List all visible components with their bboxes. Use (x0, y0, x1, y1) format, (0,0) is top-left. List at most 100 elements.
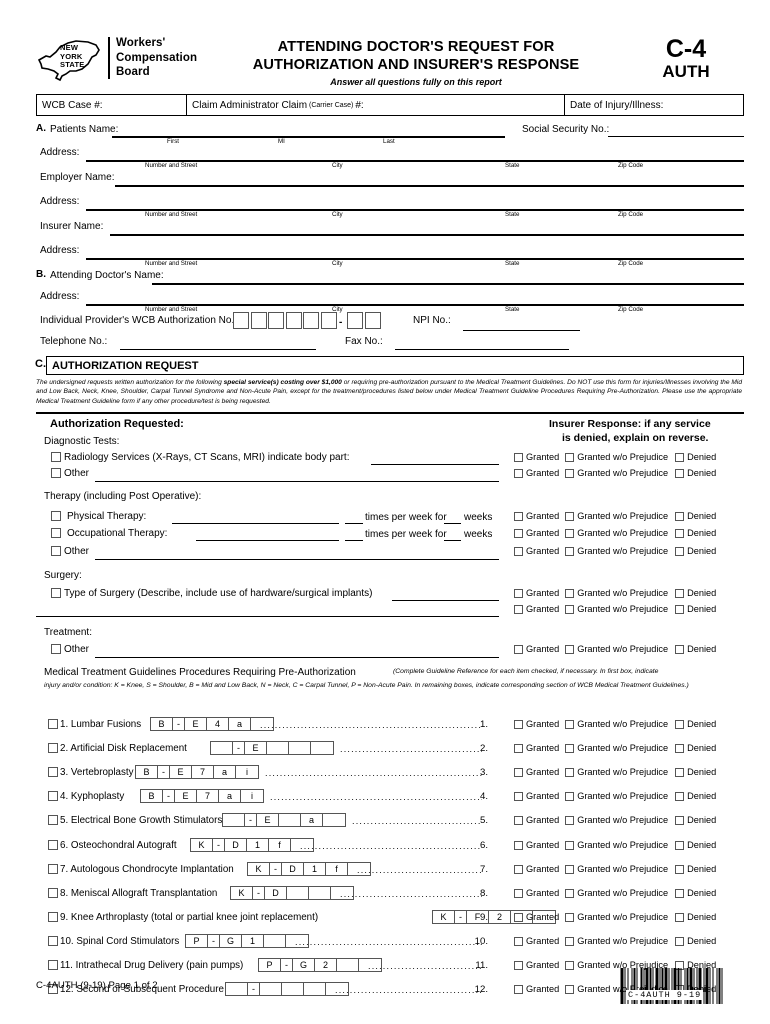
procedure-9-granted-checkbox[interactable] (514, 912, 523, 922)
procedure-1-checkbox[interactable] (48, 719, 58, 729)
wcb-auth-box-5[interactable] (303, 312, 319, 329)
procedure-11-granted-checkbox[interactable] (514, 961, 523, 970)
procedure-10-cell-3[interactable]: G (220, 934, 242, 947)
procedure-10-checkbox[interactable] (48, 935, 58, 946)
procedure-8-cell-3[interactable]: D (265, 886, 287, 899)
wcb-auth-suffix-box-2[interactable] (364, 312, 381, 329)
radiology-checkbox[interactable] (51, 452, 61, 462)
physical-therapy-denied-checkbox[interactable] (675, 512, 685, 521)
procedure-4-cell-2[interactable]: - (163, 790, 175, 803)
procedure-1-cell-3[interactable]: E (185, 718, 207, 730)
procedure-8-cell-5[interactable] (309, 886, 331, 899)
procedure-11-cell-3[interactable]: G (293, 959, 315, 971)
therapy-other-denied-checkbox[interactable] (675, 547, 685, 556)
wcb-auth-box-3[interactable] (268, 312, 284, 329)
procedure-1-cell-5[interactable]: a (229, 718, 251, 730)
procedure-8-cell-2[interactable]: - (253, 886, 265, 899)
procedure-11-cell-5[interactable] (337, 959, 359, 971)
occupational-therapy-checkbox[interactable] (51, 528, 61, 538)
procedure-6-cell-4[interactable]: 1 (247, 838, 269, 851)
procedure-9-denied-checkbox[interactable] (675, 912, 685, 922)
procedure-1-granted-checkbox[interactable] (514, 720, 523, 729)
procedure-8-cell-1[interactable]: K (231, 886, 253, 899)
procedure-12-cell-3[interactable] (260, 983, 282, 996)
procedure-7-denied-checkbox[interactable] (675, 864, 685, 874)
surgery-denied-checkbox[interactable] (675, 589, 685, 598)
wcb-auth-box-6[interactable] (320, 312, 337, 329)
procedure-9-granted-wo-prejudice-checkbox[interactable] (565, 912, 575, 922)
procedure-2-cell-3[interactable]: E (245, 742, 267, 755)
procedure-7-granted-wo-prejudice-checkbox[interactable] (565, 864, 575, 874)
procedure-7-cell-2[interactable]: - (270, 862, 282, 875)
procedure-5-granted-wo-prejudice-checkbox[interactable] (565, 816, 575, 826)
procedure-12-cell-1[interactable] (226, 983, 248, 996)
occupational-therapy-granted-wo-prejudice-checkbox[interactable] (565, 529, 575, 538)
procedure-2-denied-checkbox[interactable] (675, 744, 685, 754)
occupational-therapy-denied-checkbox[interactable] (675, 529, 685, 538)
procedure-3-cell-3[interactable]: E (170, 766, 192, 779)
procedure-5-cell-1[interactable] (223, 814, 245, 827)
procedure-8-checkbox[interactable] (48, 887, 58, 898)
procedure-2-checkbox[interactable] (48, 743, 58, 754)
procedure-9-cell-4[interactable]: 2 (489, 910, 511, 923)
procedure-10-granted-checkbox[interactable] (514, 936, 523, 946)
treatment-other-checkbox[interactable] (51, 644, 61, 654)
doctor-name-line[interactable] (152, 283, 744, 285)
procedure-4-cell-6[interactable]: i (241, 790, 263, 802)
surgery-describe-line-2[interactable] (36, 616, 499, 617)
diagnostic-other-granted-wo-prejudice-checkbox[interactable] (565, 469, 575, 478)
wcb-auth-box-4[interactable] (285, 312, 302, 329)
procedure-5-checkbox[interactable] (48, 815, 58, 826)
treatment-other-denied-checkbox[interactable] (675, 645, 685, 654)
diagnostic-other-line[interactable] (95, 481, 499, 482)
procedure-8-granted-checkbox[interactable] (514, 888, 523, 898)
employer-name-line[interactable] (115, 185, 744, 187)
wcb-auth-suffix-box-1[interactable] (347, 312, 363, 329)
claim-admin-field[interactable]: Claim Administrator Claim (Carrier Case)… (187, 95, 565, 115)
procedure-5-cell-4[interactable] (279, 814, 301, 827)
procedure-3-cell-2[interactable]: - (158, 766, 170, 779)
procedure-5-cell-2[interactable]: - (245, 814, 257, 827)
procedure-10-granted-wo-prejudice-checkbox[interactable] (565, 936, 575, 946)
pt-weeks-line[interactable] (444, 523, 461, 524)
procedure-2-cell-6[interactable] (311, 742, 333, 754)
therapy-other-granted-wo-prejudice-checkbox[interactable] (565, 547, 575, 556)
procedure-9-checkbox[interactable] (48, 911, 58, 922)
procedure-11-cell-4[interactable]: 2 (315, 959, 337, 971)
procedure-3-cell-1[interactable]: B (136, 766, 158, 779)
insurer-name-line[interactable] (110, 234, 744, 236)
telephone-line[interactable] (120, 349, 316, 350)
procedure-11-granted-wo-prejudice-checkbox[interactable] (565, 961, 575, 970)
procedure-2-cell-1[interactable] (211, 742, 233, 755)
procedure-2-granted-checkbox[interactable] (514, 744, 523, 754)
radiology-bodypart-line[interactable] (371, 464, 499, 465)
procedure-1-cell-1[interactable]: B (151, 718, 173, 730)
physical-therapy-checkbox[interactable] (51, 511, 61, 521)
procedure-5-denied-checkbox[interactable] (675, 816, 685, 826)
procedure-7-cell-1[interactable]: K (248, 862, 270, 875)
procedure-6-cell-2[interactable]: - (213, 838, 225, 851)
physical-therapy-line[interactable] (172, 523, 339, 524)
procedure-4-checkbox[interactable] (48, 791, 58, 802)
procedure-3-granted-wo-prejudice-checkbox[interactable] (565, 768, 575, 778)
surgery-2-denied-checkbox[interactable] (675, 605, 685, 614)
procedure-1-denied-checkbox[interactable] (675, 720, 685, 729)
surgery-2-granted-checkbox[interactable] (514, 605, 523, 614)
therapy-other-line[interactable] (95, 559, 499, 560)
procedure-12-cell-2[interactable]: - (248, 983, 260, 996)
procedure-6-cell-1[interactable]: K (191, 838, 213, 851)
procedure-10-denied-checkbox[interactable] (675, 936, 685, 946)
procedure-3-granted-checkbox[interactable] (514, 768, 523, 778)
procedure-10-cell-2[interactable]: - (208, 934, 220, 947)
procedure-12-cell-4[interactable] (282, 983, 304, 996)
npi-line[interactable] (463, 330, 580, 331)
fax-line[interactable] (395, 349, 569, 350)
procedure-2-cell-4[interactable] (267, 742, 289, 755)
procedure-12-granted-checkbox[interactable] (514, 985, 523, 995)
procedure-2-cell-2[interactable]: - (233, 742, 245, 755)
procedure-6-granted-wo-prejudice-checkbox[interactable] (565, 840, 575, 850)
therapy-other-granted-checkbox[interactable] (514, 547, 523, 556)
procedure-4-denied-checkbox[interactable] (675, 792, 685, 802)
procedure-6-denied-checkbox[interactable] (675, 840, 685, 850)
procedure-2-cell-5[interactable] (289, 742, 311, 755)
